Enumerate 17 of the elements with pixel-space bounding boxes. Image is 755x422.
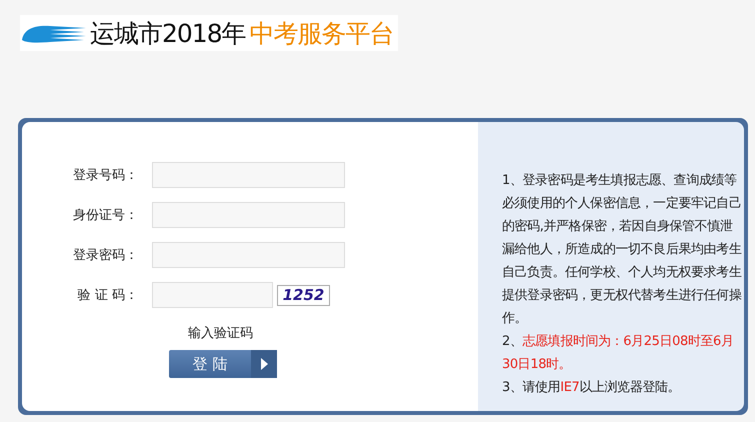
caret-icon	[251, 350, 277, 378]
field-label: 验 证 码：	[76, 287, 139, 304]
input-field[interactable]	[152, 162, 345, 188]
input-field[interactable]	[152, 202, 345, 228]
input-field[interactable]	[152, 242, 345, 268]
notice-text: 3、请使用IE7以上浏览器登陆。	[502, 379, 682, 397]
field-label: 登录号码：	[72, 167, 139, 184]
captcha-image: 1252	[277, 284, 330, 306]
field-label: 登录密码：	[72, 247, 139, 264]
site-subtitle: 中考服务平台	[250, 18, 394, 50]
notice-text: 1、登录密码是考生填报志愿、查询成绩等必须使用的个人保密信息，一定要牢记自己的密码,并严格保密，若因自身保管不慎泄漏给他人，所造成的一切不良后果均由考生自己负责。任何学校、个人均无权要求考生提供登录密码，更无权代替考生进行任何操作。	[502, 172, 742, 328]
captcha-field[interactable]	[152, 282, 273, 308]
captcha-hint: 输入验证码	[188, 325, 253, 342]
notice-text: 2、志愿填报时间为：6月25日08时至6月30日18时。	[502, 333, 735, 374]
site-title: 运城市2018年	[90, 18, 246, 50]
login-button[interactable]: 登 陆	[169, 350, 277, 378]
field-label: 身份证号：	[72, 207, 139, 224]
